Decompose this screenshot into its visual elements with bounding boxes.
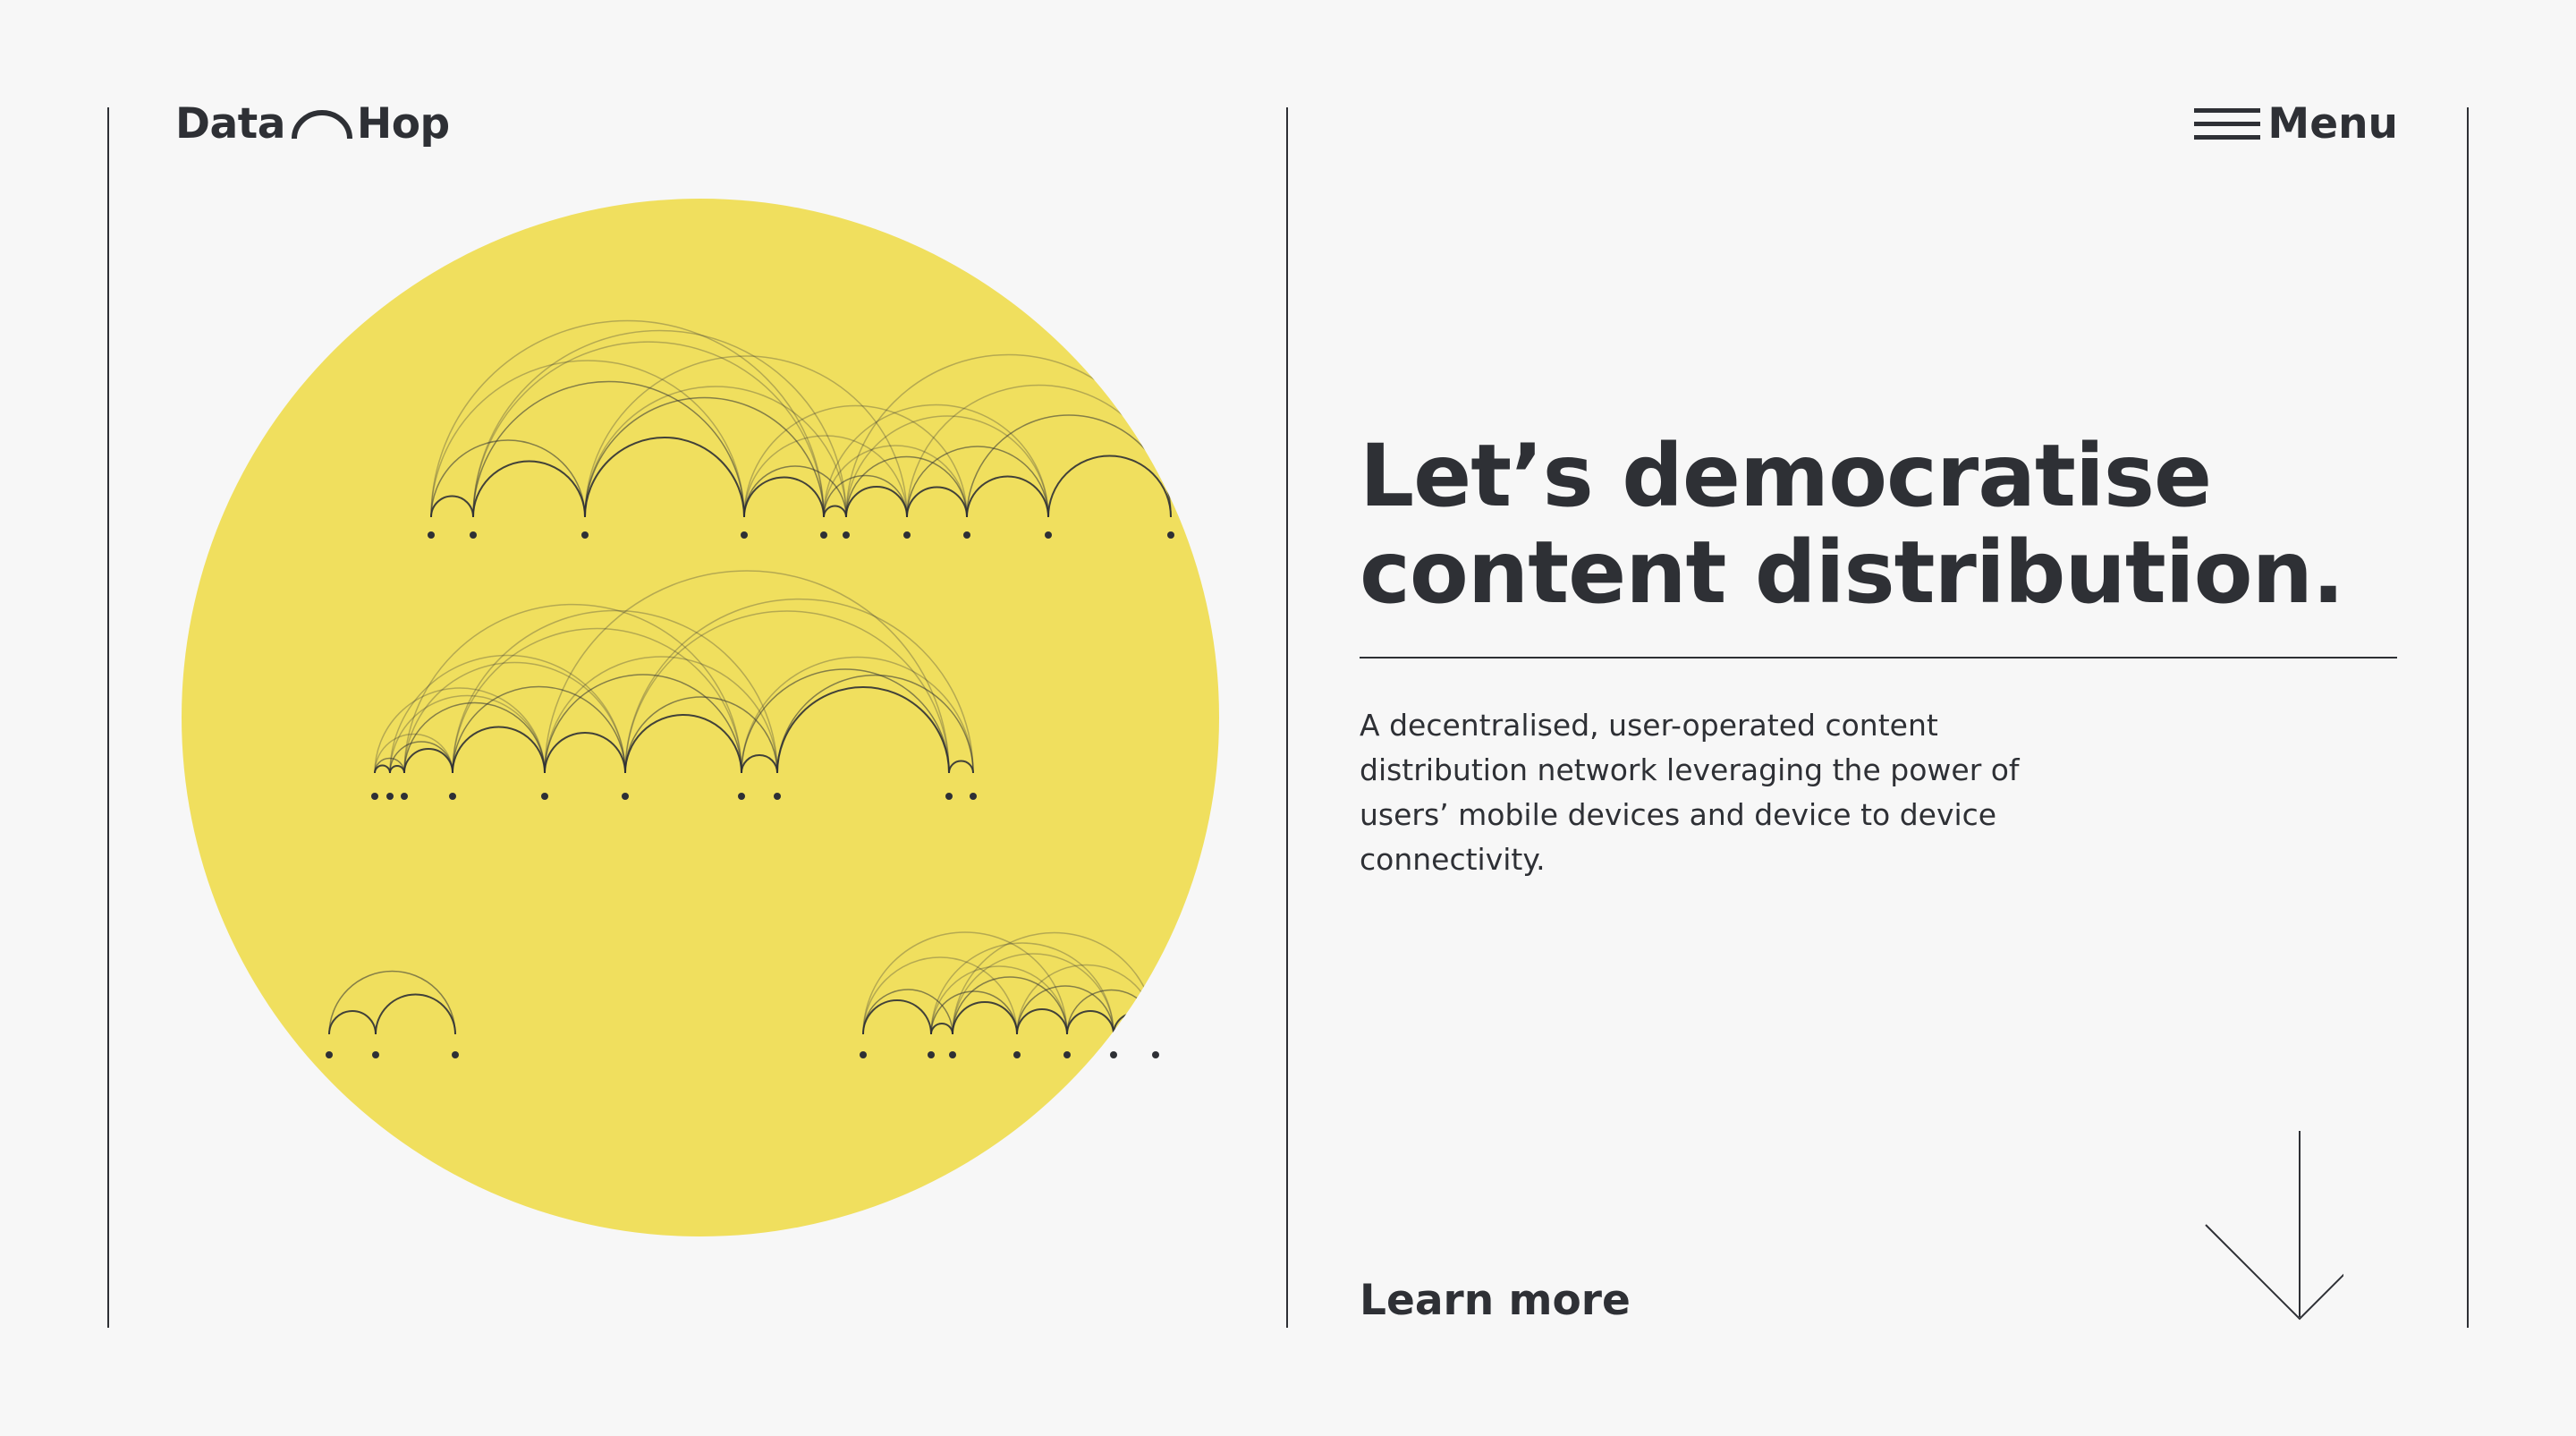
headline-divider — [1360, 657, 2397, 659]
network-node — [581, 531, 589, 539]
network-node — [470, 531, 477, 539]
network-node — [449, 793, 456, 800]
network-node — [428, 531, 435, 539]
description-line-2: distribution network leveraging the powe… — [1360, 752, 2020, 787]
network-node — [774, 793, 781, 800]
network-node — [386, 793, 394, 800]
network-node — [372, 1051, 379, 1058]
network-node — [741, 531, 748, 539]
network-node — [1045, 531, 1052, 539]
hero-headline: Let’s democratise content distribution. — [1360, 428, 2451, 621]
right-border-line — [2467, 107, 2469, 1328]
menu-label: Menu — [2267, 99, 2398, 149]
description-line-1: A decentralised, user-operated content — [1360, 708, 1938, 743]
network-node — [860, 1051, 867, 1058]
network-node — [903, 531, 911, 539]
hero-description: A decentralised, user-operated content d… — [1360, 703, 2075, 882]
network-node — [820, 531, 827, 539]
network-node — [970, 793, 977, 800]
headline-line-1: Let’s democratise — [1360, 426, 2212, 526]
learn-more-link[interactable]: Learn more — [1360, 1274, 1631, 1328]
network-node — [1063, 1051, 1071, 1058]
network-node — [949, 1051, 956, 1058]
network-node — [945, 793, 953, 800]
network-node — [622, 793, 629, 800]
network-node — [843, 531, 850, 539]
network-node — [928, 1051, 935, 1058]
network-illustration — [182, 199, 1219, 1236]
description-line-4: connectivity. — [1360, 842, 1546, 877]
description-line-3: users’ mobile devices and device to devi… — [1360, 797, 1997, 832]
arrow-down-icon[interactable] — [2200, 1129, 2343, 1326]
page: Data Hop Menu Let’s democratise content … — [0, 0, 2576, 1436]
network-node — [1167, 531, 1174, 539]
network-node — [1152, 1051, 1159, 1058]
network-node — [371, 793, 378, 800]
menu-button[interactable]: Menu — [2192, 97, 2398, 152]
network-node — [1110, 1051, 1117, 1058]
network-node — [452, 1051, 459, 1058]
network-node — [326, 1051, 333, 1058]
network-node — [1013, 1051, 1021, 1058]
network-node — [963, 531, 970, 539]
hamburger-icon — [2194, 108, 2261, 140]
headline-line-2: content distribution. — [1360, 523, 2344, 623]
network-node — [401, 793, 408, 800]
network-node — [738, 793, 745, 800]
network-node — [541, 793, 548, 800]
